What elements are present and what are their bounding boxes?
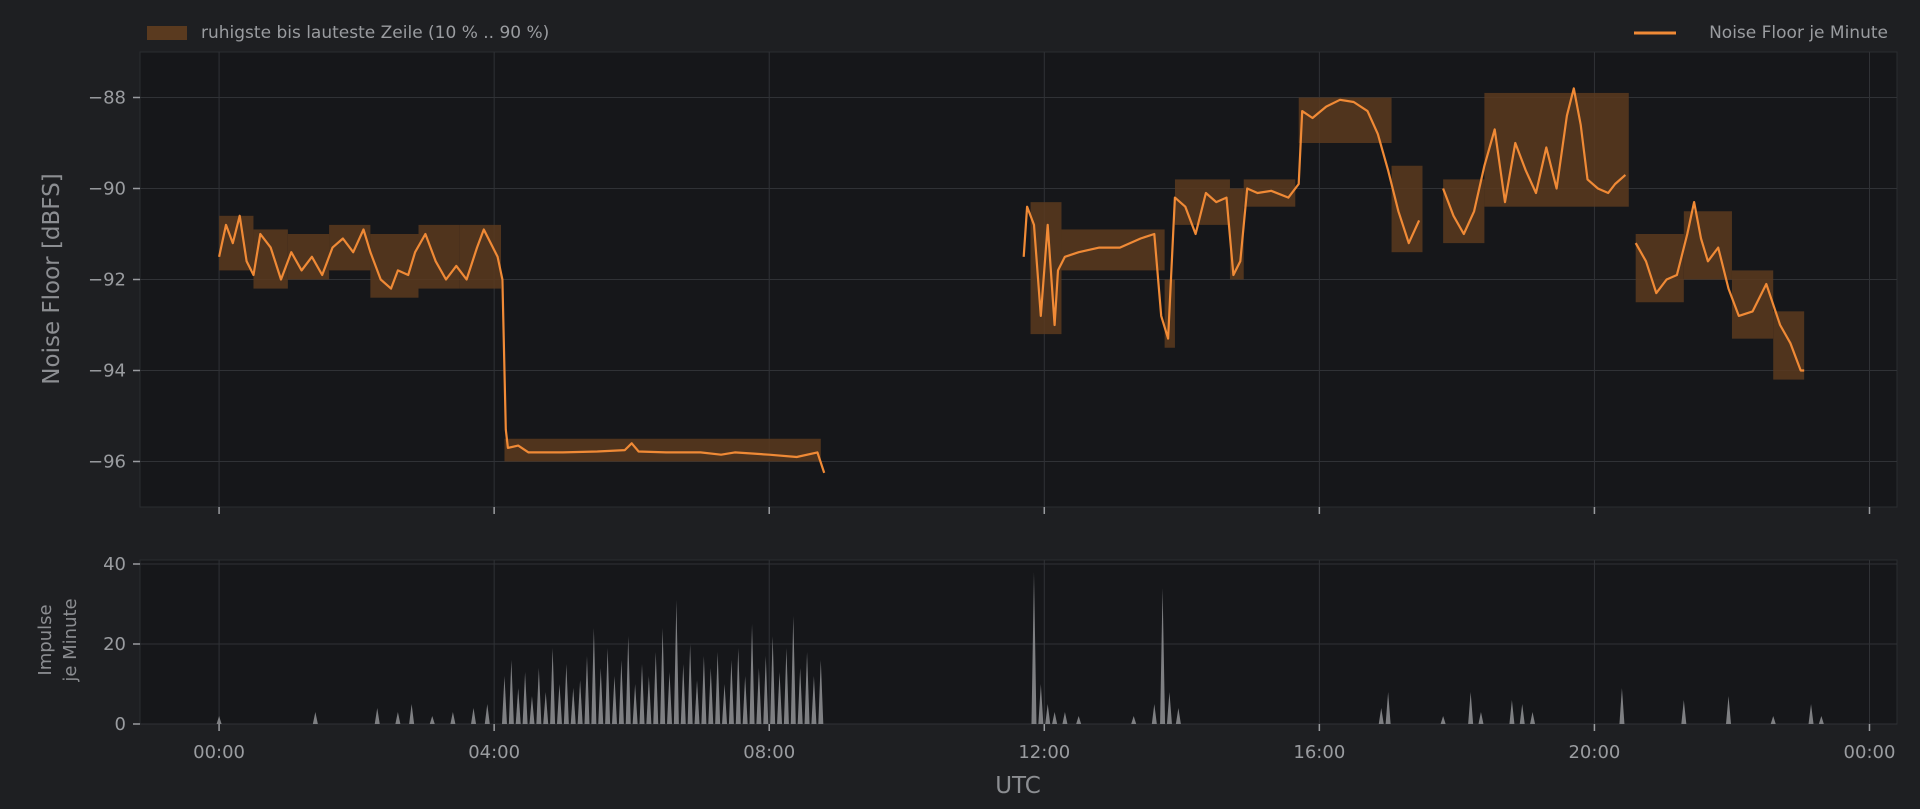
legend-band-label: ruhigste bis lauteste Zeile (10 % .. 90 … <box>201 23 549 43</box>
noise-floor-y-tick-label: −96 <box>88 452 126 473</box>
percentile-band <box>1731 270 1774 339</box>
impulse-y-axis-label-line-1: Impulse <box>35 604 56 675</box>
x-axis-label: UTC <box>995 773 1041 799</box>
noise-floor-y-tick-label: −88 <box>88 88 126 109</box>
x-tick-label: 04:00 <box>468 742 520 763</box>
legend-line-label: Noise Floor je Minute <box>1709 23 1888 43</box>
x-tick-label: 00:00 <box>193 742 245 763</box>
noise-floor-panel: −88 −90 −92 −94 −96 Noise Floor [dBFS] <box>39 51 1898 514</box>
noise-floor-y-tick-label: −94 <box>88 361 126 382</box>
x-tick-label: 12:00 <box>1018 742 1070 763</box>
noise-floor-y-tick-label: −92 <box>88 270 126 291</box>
impulse-y-tick-label: 20 <box>103 634 126 655</box>
percentile-band <box>1030 202 1062 335</box>
percentile-band <box>1635 234 1684 303</box>
noise-floor-y-tick-label: −90 <box>88 179 126 200</box>
noise-floor-y-axis-label: Noise Floor [dBFS] <box>39 173 65 384</box>
impulse-y-axis-label-line-2: je Minute <box>60 598 81 682</box>
impulse-y-tick-label: 40 <box>103 554 126 575</box>
percentile-band <box>1243 179 1296 207</box>
x-tick-label: 20:00 <box>1568 742 1620 763</box>
percentile-band <box>219 215 254 271</box>
impulse-plot-area <box>139 559 1898 725</box>
percentile-band <box>1174 179 1230 225</box>
x-tick-label: 08:00 <box>743 742 795 763</box>
percentile-band <box>504 438 821 462</box>
impulse-y-tick-label: 0 <box>115 714 126 735</box>
noise-floor-chart: ruhigste bis lauteste Zeile (10 % .. 90 … <box>0 0 1920 809</box>
legend-band-swatch <box>147 26 187 40</box>
x-tick-label: 00:00 <box>1844 742 1896 763</box>
x-tick-label: 16:00 <box>1293 742 1345 763</box>
